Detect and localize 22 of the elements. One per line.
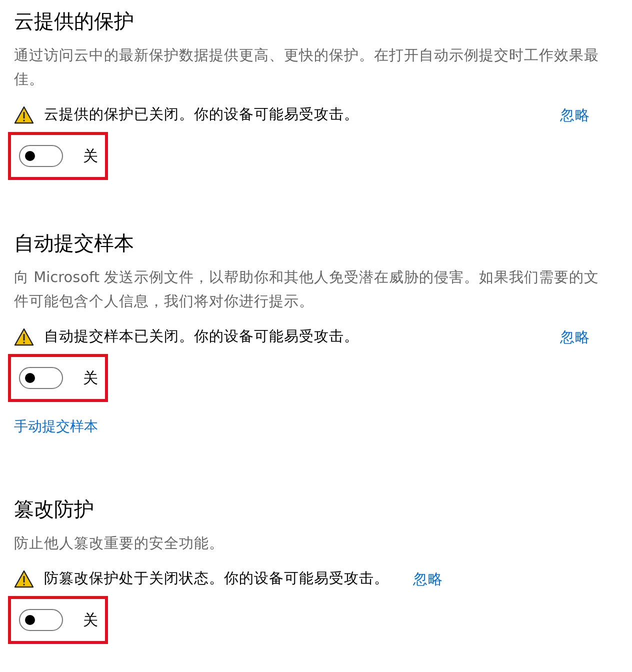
dismiss-link[interactable]: 忽略 — [560, 328, 590, 346]
toggle-switch[interactable] — [19, 609, 63, 631]
section-title: 云提供的保护 — [14, 8, 135, 35]
section-title: 自动提交样本 — [14, 230, 135, 257]
warning-message: 自动提交样本已关闭。你的设备可能易受攻击。 — [44, 328, 359, 347]
manual-submit-link[interactable]: 手动提交样本 — [14, 418, 98, 436]
warning-icon — [14, 106, 34, 124]
section-title: 篡改防护 — [14, 496, 95, 523]
toggle-switch[interactable] — [19, 145, 63, 167]
dismiss-link[interactable]: 忽略 — [413, 570, 443, 588]
toggle-label: 关 — [83, 368, 98, 388]
toggle-switch[interactable] — [19, 367, 63, 389]
section-description: 防止他人篡改重要的安全功能。 — [14, 534, 225, 554]
section-description: 通过访问云中的最新保护数据提供更高、更快的保护。在打开自动示例提交时工作效果最佳。 — [14, 46, 600, 90]
warning-icon — [14, 570, 34, 588]
dismiss-link[interactable]: 忽略 — [560, 106, 590, 124]
warning-icon — [14, 328, 34, 346]
toggle-label: 关 — [83, 610, 98, 630]
warning-message: 防篡改保护处于关闭状态。你的设备可能易受攻击。 — [44, 570, 389, 589]
warning-message: 云提供的保护已关闭。你的设备可能易受攻击。 — [44, 106, 359, 125]
section-description: 向 Microsoft 发送示例文件，以帮助你和其他人免受潜在威胁的侵害。如果我们需要的文件可能包含个人信息，我们将对你进行提示。 — [14, 268, 600, 312]
toggle-label: 关 — [83, 146, 98, 166]
